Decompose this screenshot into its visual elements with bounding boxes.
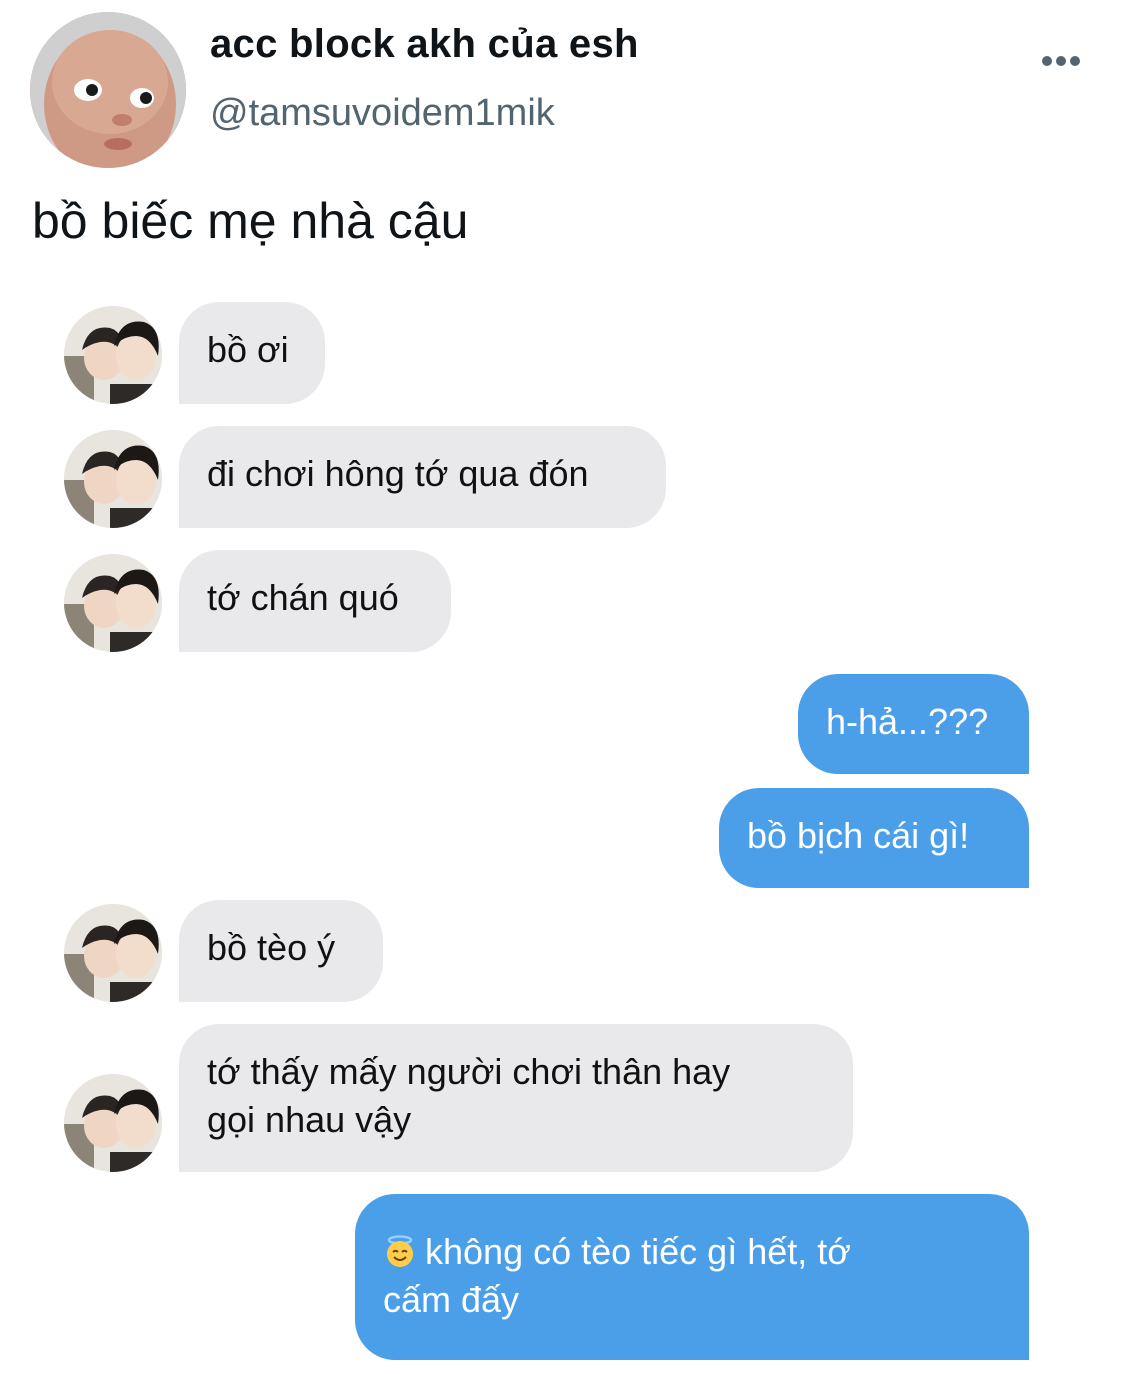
contact-avatar xyxy=(64,430,162,528)
contact-photo-icon xyxy=(64,306,162,404)
message-text: đi chơi hông tớ qua đón xyxy=(207,453,589,494)
more-options-button[interactable] xyxy=(1036,46,1086,76)
message-bubble-outgoing: bồ bịch cái gì! xyxy=(719,788,1029,888)
message-bubble-incoming: đi chơi hông tớ qua đón xyxy=(179,426,666,528)
message-bubble-incoming: bồ tèo ý xyxy=(179,900,383,1002)
contact-photo-icon xyxy=(64,554,162,652)
message-text: bồ tèo ý xyxy=(207,927,336,968)
display-name[interactable]: acc block akh của esh xyxy=(210,22,639,67)
message-text: tớ chán quó xyxy=(207,577,399,618)
message-bubble-incoming: tớ chán quó xyxy=(179,550,451,652)
halo-smile-emoji-icon xyxy=(383,1232,417,1267)
message-text-line: gọi nhau vậy xyxy=(207,1099,412,1140)
message-bubble-incoming: bồ ơi xyxy=(179,302,325,404)
message-text: bồ ơi xyxy=(207,329,289,370)
message-bubble-outgoing: không có tèo tiếc gì hết, tớ cấm đấy xyxy=(355,1194,1029,1360)
user-handle[interactable]: @tamsuvoidem1mik xyxy=(210,92,555,135)
contact-photo-icon xyxy=(64,1074,162,1172)
message-text-line: không có tèo tiếc gì hết, tớ xyxy=(425,1231,851,1272)
message-bubble-outgoing: h-hả...??? xyxy=(798,674,1029,774)
contact-avatar xyxy=(64,554,162,652)
more-horizontal-icon xyxy=(1042,56,1080,66)
contact-photo-icon xyxy=(64,430,162,528)
message-bubble-incoming: tớ thấy mấy người chơi thân hay gọi nhau… xyxy=(179,1024,853,1172)
message-text-line: tớ thấy mấy người chơi thân hay xyxy=(207,1051,731,1092)
contact-photo-icon xyxy=(64,904,162,1002)
tweet-text: bồ biếc mẹ nhà cậu xyxy=(32,193,469,249)
contact-avatar xyxy=(64,306,162,404)
profile-avatar[interactable] xyxy=(30,12,186,168)
contact-avatar xyxy=(64,1074,162,1172)
baby-face-icon xyxy=(30,12,186,168)
message-text: h-hả...??? xyxy=(826,701,989,742)
contact-avatar xyxy=(64,904,162,1002)
message-text-line: cấm đấy xyxy=(383,1279,520,1320)
message-text: bồ bịch cái gì! xyxy=(747,815,970,856)
